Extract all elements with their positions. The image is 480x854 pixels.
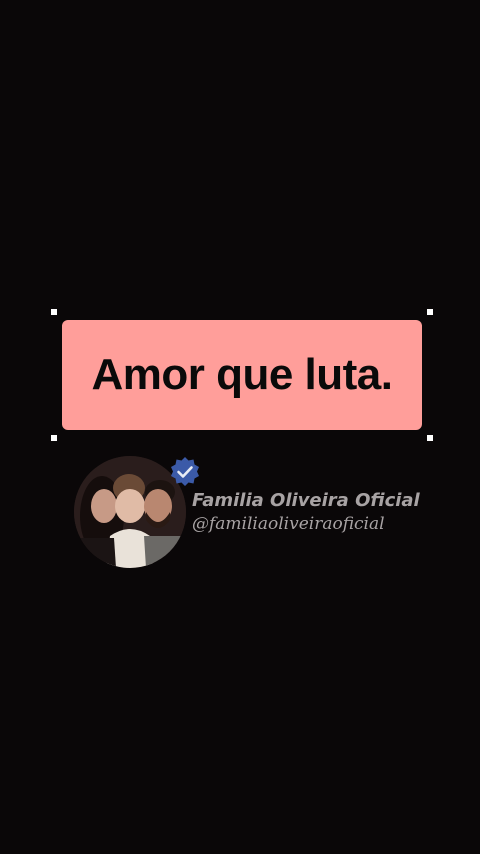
profile-handle: @familiaoliveiraoficial [192,514,385,534]
resize-handle-bottom-left[interactable] [51,435,57,441]
verified-badge-icon [171,457,199,486]
profile-name: Familia Oliveira Oficial [192,490,420,511]
resize-handle-top-left[interactable] [51,309,57,315]
caption-text: Amor que luta. [91,350,393,399]
resize-handle-top-right[interactable] [427,309,433,315]
video-canvas: Amor que luta. Familia Oliveira Oficial … [0,0,480,854]
resize-handle-bottom-right[interactable] [427,435,433,441]
caption-text-box[interactable]: Amor que luta. [62,320,422,430]
profile-watermark: Familia Oliveira Oficial @familiaoliveir… [72,450,432,570]
